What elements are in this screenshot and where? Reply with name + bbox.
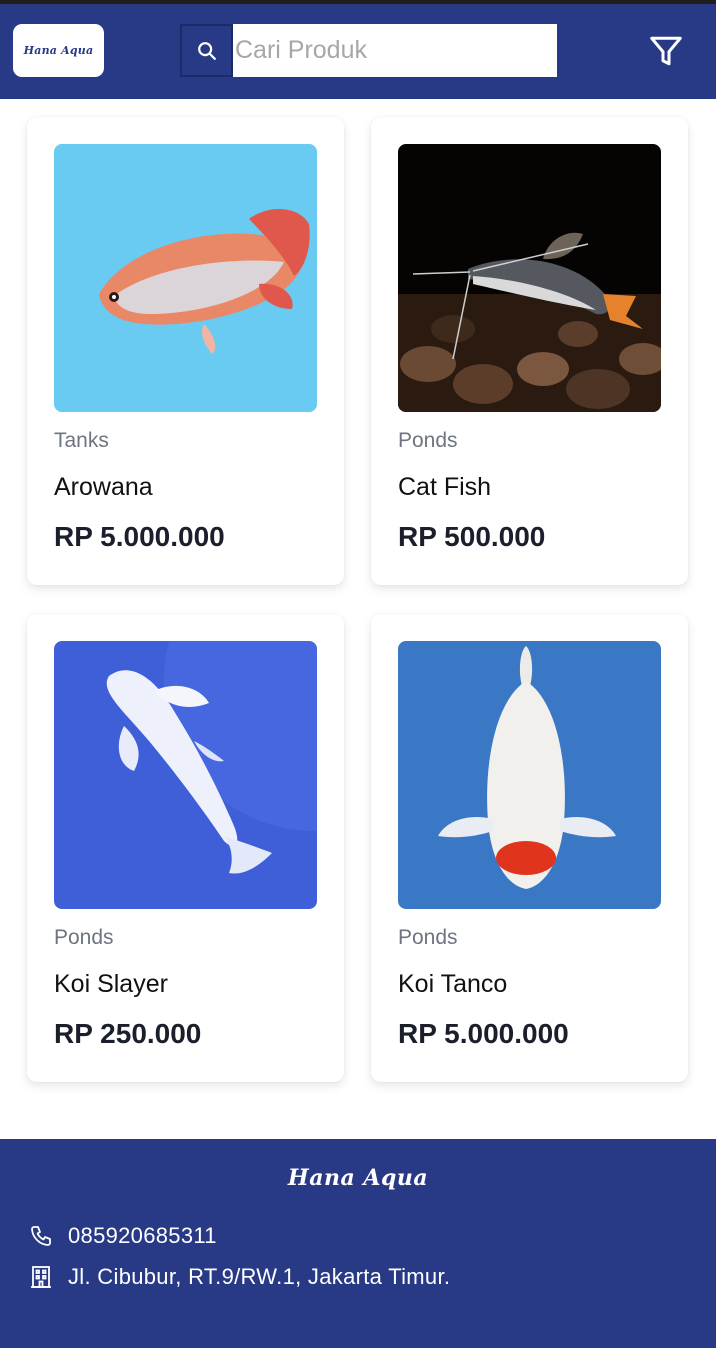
product-image-koi-tanco <box>398 641 661 909</box>
product-card[interactable]: Tanks Arowana RP 5.000.000 <box>27 117 344 585</box>
product-image-koi-slayer <box>54 641 317 909</box>
product-image-arowana <box>54 144 317 412</box>
search-button[interactable] <box>180 24 233 77</box>
filter-button[interactable] <box>646 31 686 71</box>
footer-brand: Hana Aqua <box>287 1165 429 1191</box>
building-icon <box>28 1264 54 1290</box>
search-input[interactable] <box>233 24 557 77</box>
product-card[interactable]: Ponds Koi Slayer RP 250.000 <box>27 614 344 1082</box>
phone-icon <box>28 1223 54 1249</box>
footer-phone-text: 085920685311 <box>68 1223 217 1248</box>
product-name: Arowana <box>54 473 153 501</box>
footer-phone[interactable]: 085920685311 <box>28 1223 217 1249</box>
app-header: Hana Aqua <box>0 4 716 99</box>
search-icon <box>197 41 216 60</box>
product-price: RP 5.000.000 <box>54 521 225 552</box>
product-category: Tanks <box>54 429 109 452</box>
filter-icon <box>650 36 682 66</box>
product-image-catfish <box>398 144 661 412</box>
product-category: Ponds <box>398 926 458 949</box>
product-price: RP 500.000 <box>398 521 546 552</box>
product-name: Cat Fish <box>398 473 492 501</box>
product-price: RP 5.000.000 <box>398 1018 569 1049</box>
product-category: Ponds <box>54 926 114 949</box>
footer-address-text: Jl. Cibubur, RT.9/RW.1, Jakarta Timur. <box>68 1264 451 1289</box>
product-card[interactable]: Ponds Cat Fish RP 500.000 <box>371 117 688 585</box>
search-bar <box>180 24 557 77</box>
logo-text: Hana Aqua <box>23 44 94 57</box>
footer: Hana Aqua 085920685311 Jl. Cibubur, RT.9… <box>0 1139 716 1348</box>
product-category: Ponds <box>398 429 458 452</box>
product-name: Koi Tanco <box>398 970 508 998</box>
product-price: RP 250.000 <box>54 1018 202 1049</box>
footer-address: Jl. Cibubur, RT.9/RW.1, Jakarta Timur. <box>28 1264 450 1290</box>
product-name: Koi Slayer <box>54 970 168 998</box>
product-card[interactable]: Ponds Koi Tanco RP 5.000.000 <box>371 614 688 1082</box>
logo[interactable]: Hana Aqua <box>13 24 104 77</box>
